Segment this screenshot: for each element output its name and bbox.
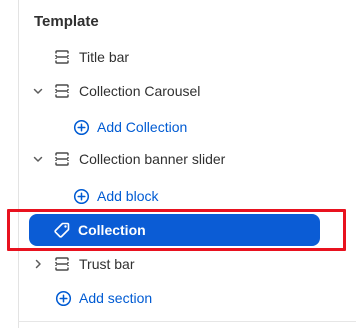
chevron-right-icon[interactable]: [31, 257, 45, 271]
section-icon: [54, 83, 70, 99]
section-icon: [54, 256, 70, 272]
section-label: Title bar: [79, 49, 130, 65]
plus-circle-icon: [54, 289, 72, 307]
add-collection-button[interactable]: Add Collection: [0, 113, 356, 141]
section-label: Collection Carousel: [79, 83, 201, 99]
plus-circle-icon: [72, 118, 90, 136]
section-icon: [54, 49, 70, 65]
add-section-label: Add section: [79, 290, 153, 306]
add-block-label: Add block: [97, 188, 159, 204]
chevron-down-icon[interactable]: [31, 152, 45, 166]
divider: [18, 321, 356, 322]
section-item-title-bar[interactable]: Title bar: [0, 43, 356, 71]
section-item-collection-banner-slider[interactable]: Collection banner slider: [0, 145, 356, 173]
chevron-down-icon[interactable]: [31, 84, 45, 98]
plus-circle-icon: [72, 187, 90, 205]
highlight-annotation: [7, 209, 346, 251]
section-item-collection-carousel[interactable]: Collection Carousel: [0, 77, 356, 105]
section-icon: [54, 151, 70, 167]
section-label: Trust bar: [79, 256, 135, 272]
add-block-button[interactable]: Add block: [0, 182, 356, 210]
add-collection-label: Add Collection: [97, 119, 188, 135]
section-item-trust-bar[interactable]: Trust bar: [0, 250, 356, 278]
add-section-button[interactable]: Add section: [0, 284, 356, 312]
section-label: Collection banner slider: [79, 151, 226, 167]
template-heading: Template: [34, 13, 99, 30]
